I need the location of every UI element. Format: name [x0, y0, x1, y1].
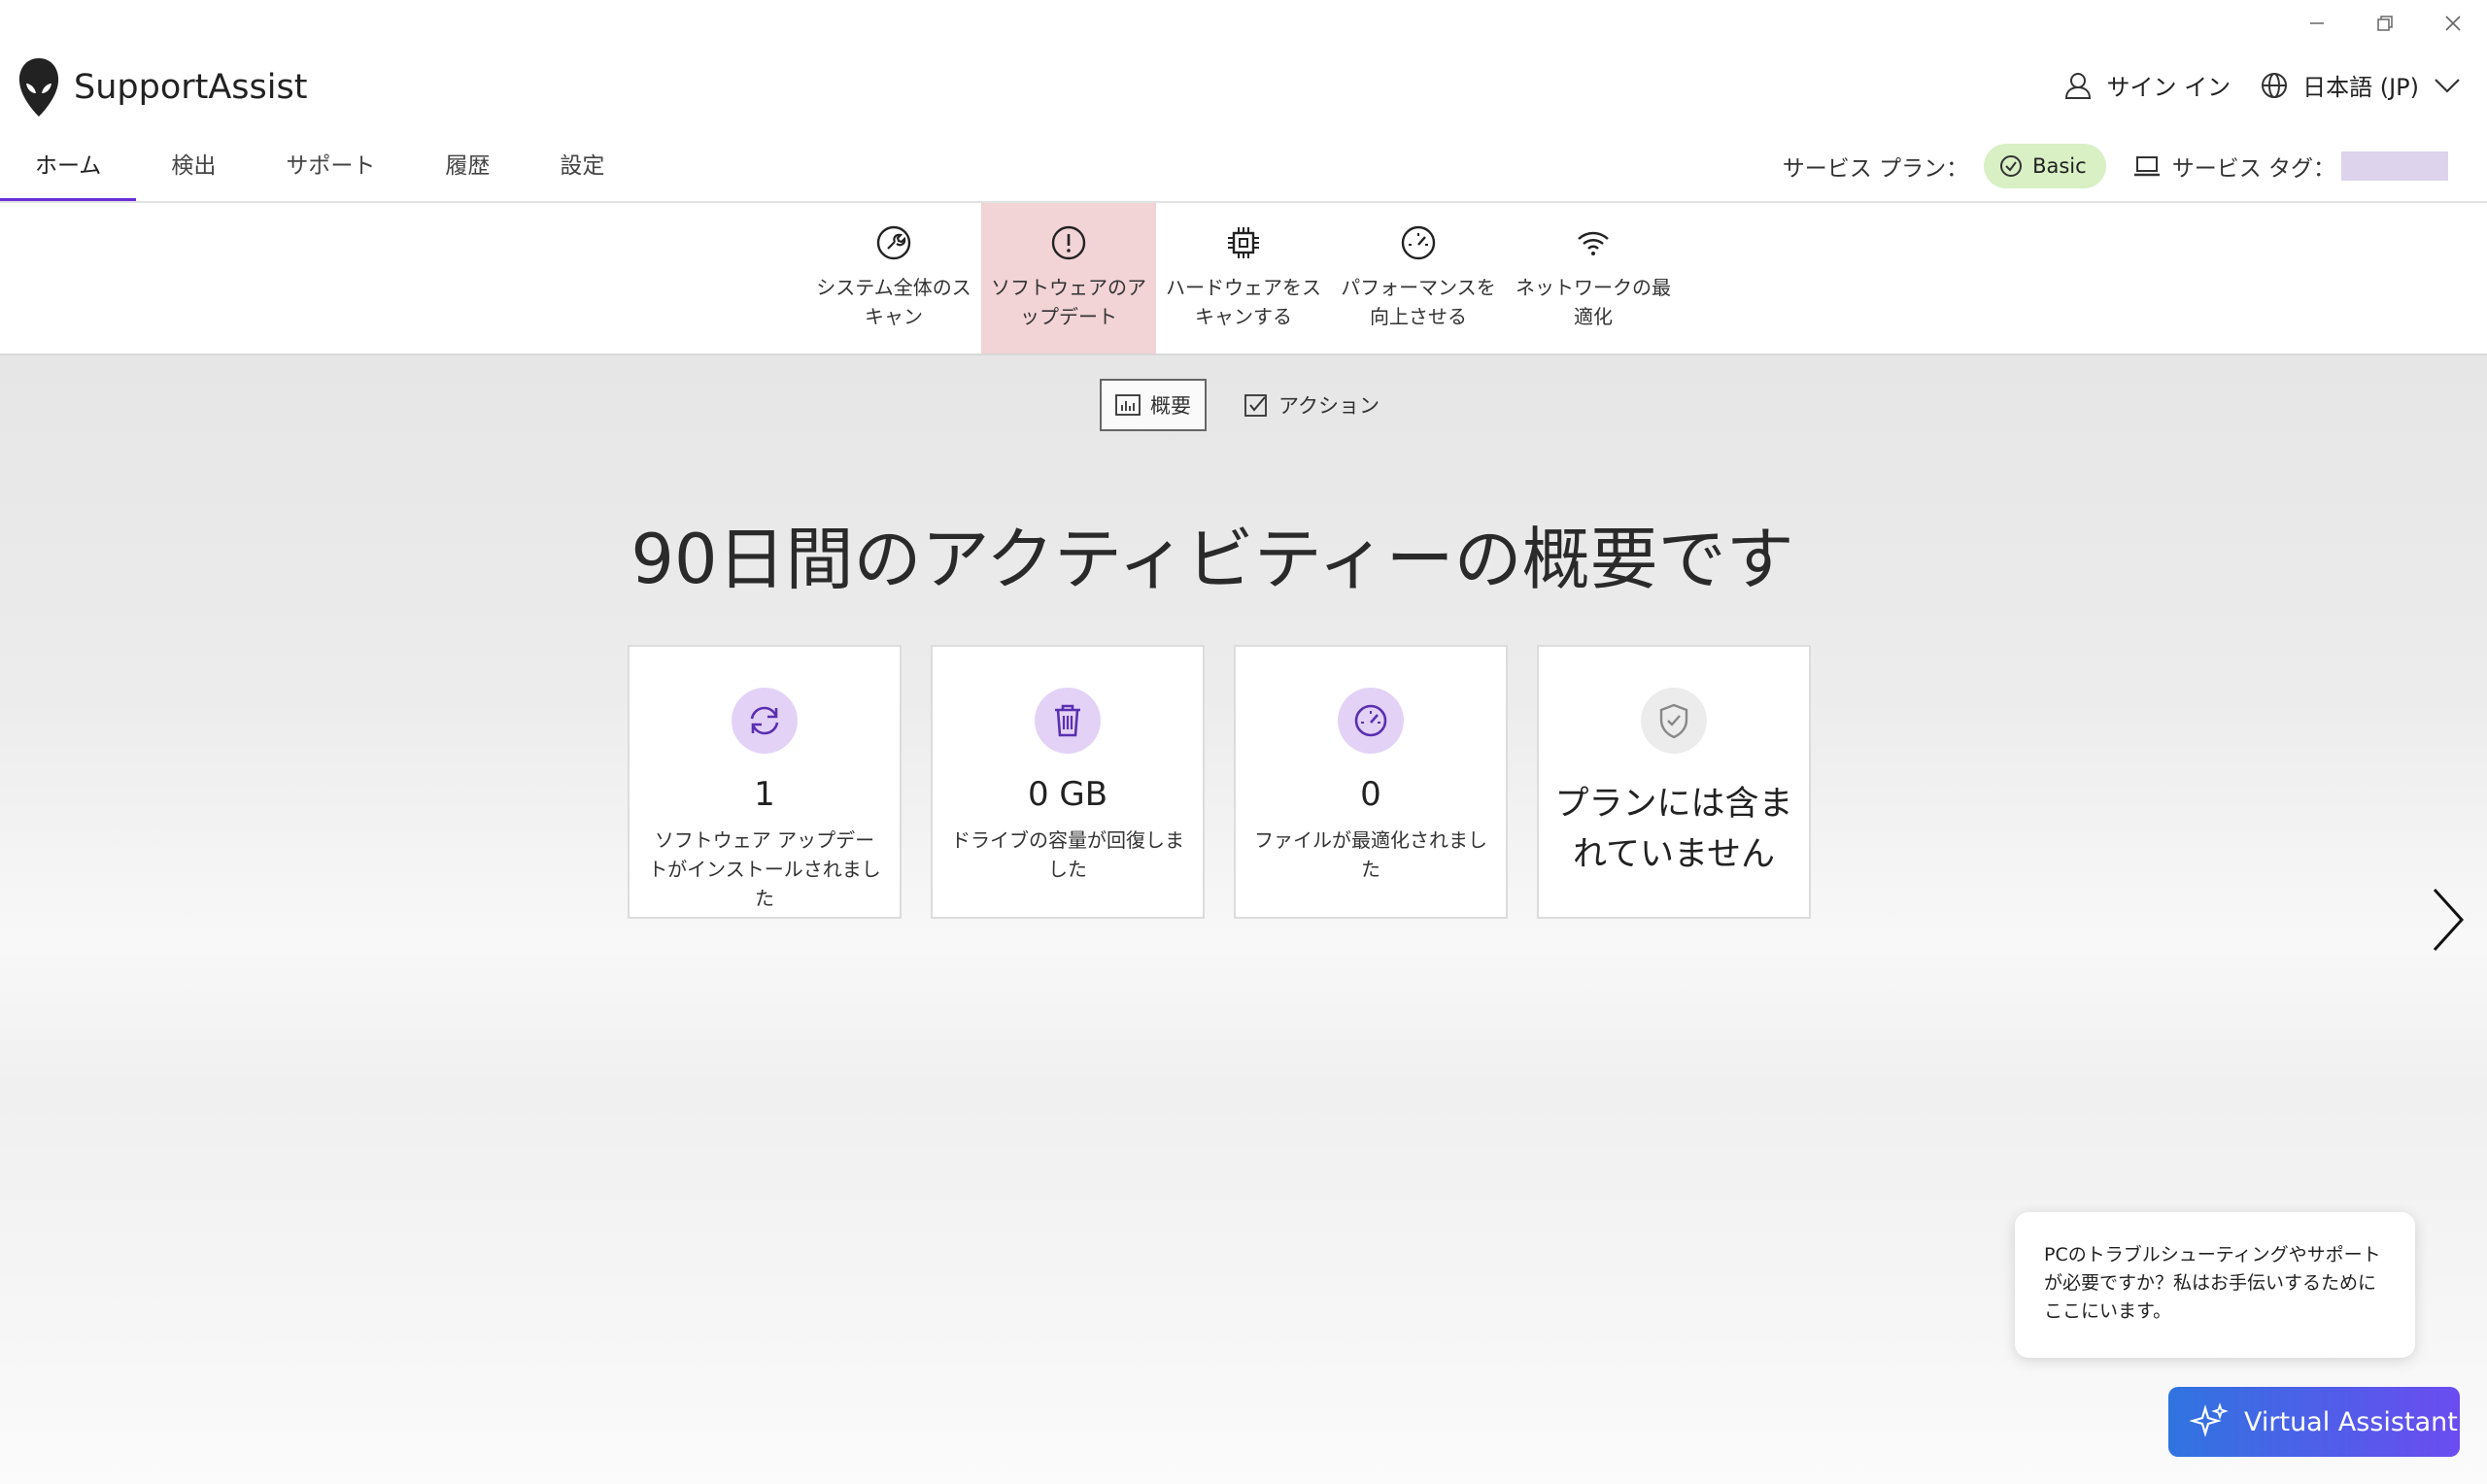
sign-in-button[interactable]: サイン イン [2063, 68, 2231, 102]
card-description: ソフトウェア アップデートがインストールされました [648, 828, 881, 910]
tool-performance[interactable]: パフォーマンスを向上させる [1331, 203, 1506, 354]
user-icon [2065, 72, 2092, 99]
window-controls [2283, 0, 2487, 47]
tab-detect[interactable]: 検出 [136, 144, 251, 202]
tool-label: システム全体のスキャン [816, 276, 971, 328]
wrench-scan-icon [876, 225, 911, 260]
card-drive-space: 0 GB ドライブの容量が回復しました [931, 645, 1205, 919]
speedometer-icon [1401, 225, 1436, 260]
tool-hardware-scan[interactable]: ハードウェアをスキャンする [1156, 203, 1331, 354]
alert-circle-icon [1051, 225, 1086, 260]
card-value: 1 [754, 775, 775, 814]
trash-icon [1035, 688, 1101, 754]
card-not-included: プランには含まれていません [1537, 645, 1811, 919]
speedometer-icon [1338, 688, 1404, 754]
restore-icon[interactable] [2351, 0, 2419, 47]
virtual-assistant-label: Virtual Assistant [2244, 1406, 2458, 1437]
summary-cards: 1 ソフトウェア アップデートがインストールされました 0 GB ドライブの容量… [628, 645, 1840, 919]
header-actions: サイン イン 日本語 (JP) [2034, 68, 2462, 102]
bar-chart-icon [1115, 394, 1141, 416]
service-tag: サービス タグ： [2133, 150, 2448, 183]
page-title: 90日間のアクティビティーの概要です [630, 520, 1794, 599]
virtual-assistant-button[interactable]: Virtual Assistant [2168, 1387, 2460, 1457]
assistant-message: PCのトラブルシューティングやサポートが必要ですか？私はお手伝いするためにここに… [2015, 1212, 2415, 1358]
tool-label: ソフトウェアのアップデート [991, 276, 1146, 328]
sparkle-icon [2190, 1402, 2229, 1437]
chevron-right-icon[interactable] [2429, 886, 2468, 954]
language-selector[interactable]: 日本語 (JP) [2260, 68, 2462, 102]
card-value: 0 GB [1027, 775, 1108, 814]
tool-system-scan[interactable]: システム全体のスキャン [806, 203, 981, 354]
globe-icon [2262, 72, 2288, 98]
tool-software-update[interactable]: ソフトウェアのアップデート [981, 203, 1156, 354]
app-header: SupportAssist [17, 56, 307, 118]
card-not-included-text: プランには含まれていません [1554, 785, 1793, 874]
card-software-updates: 1 ソフトウェア アップデートがインストールされました [628, 645, 902, 919]
card-description: ファイルが最適化されました [1254, 828, 1487, 881]
shield-check-icon [1641, 688, 1707, 754]
refresh-icon [732, 688, 798, 754]
card-files-optimized: 0 ファイルが最適化されました [1234, 645, 1508, 919]
tool-label: ハードウェアをスキャンする [1166, 276, 1321, 328]
wifi-icon [1578, 231, 1609, 255]
app-title: SupportAssist [74, 68, 308, 107]
service-tag-label: サービス タグ： [2171, 156, 2335, 182]
card-description: ドライブの容量が回復しました [951, 828, 1184, 881]
check-circle-icon [2000, 155, 2023, 177]
service-tag-value [2341, 152, 2448, 181]
tab-actions[interactable]: アクション [1230, 379, 1393, 431]
tool-network[interactable]: ネットワークの最適化 [1506, 203, 1681, 354]
tab-overview-label: 概要 [1150, 394, 1191, 418]
tab-support[interactable]: サポート [251, 144, 410, 202]
tool-bar: システム全体のスキャン ソフトウェアのアップデート ハードウェアをスキャンする … [806, 203, 1681, 354]
main-nav: ホーム 検出 サポート 履歴 設定 [0, 144, 639, 202]
tab-home[interactable]: ホーム [0, 144, 137, 202]
tab-history[interactable]: 履歴 [410, 144, 525, 202]
language-label: 日本語 (JP) [2302, 74, 2419, 101]
sign-in-label: サイン イン [2106, 74, 2231, 101]
tab-settings[interactable]: 設定 [525, 144, 639, 202]
checkbox-icon [1244, 394, 1267, 417]
tab-overview[interactable]: 概要 [1100, 379, 1207, 431]
chip-icon [1228, 227, 1259, 258]
alien-head-icon [18, 58, 59, 117]
tool-label: ネットワークの最適化 [1516, 276, 1671, 328]
service-plan-badge[interactable]: Basic [1984, 144, 2106, 188]
service-plan-label: サービス プラン： [1782, 156, 1969, 182]
chevron-down-icon [2435, 78, 2460, 93]
service-info: サービス プラン： Basic サービス タグ： [1783, 144, 2448, 188]
tool-label: パフォーマンスを向上させる [1341, 276, 1496, 328]
service-plan-value: Basic [2032, 154, 2087, 178]
view-switcher: 概要 アクション [1100, 379, 1416, 431]
close-icon[interactable] [2419, 0, 2487, 47]
minimize-icon[interactable] [2283, 0, 2351, 47]
tab-actions-label: アクション [1278, 394, 1380, 418]
card-value: 0 [1360, 775, 1381, 814]
laptop-icon [2133, 156, 2160, 177]
